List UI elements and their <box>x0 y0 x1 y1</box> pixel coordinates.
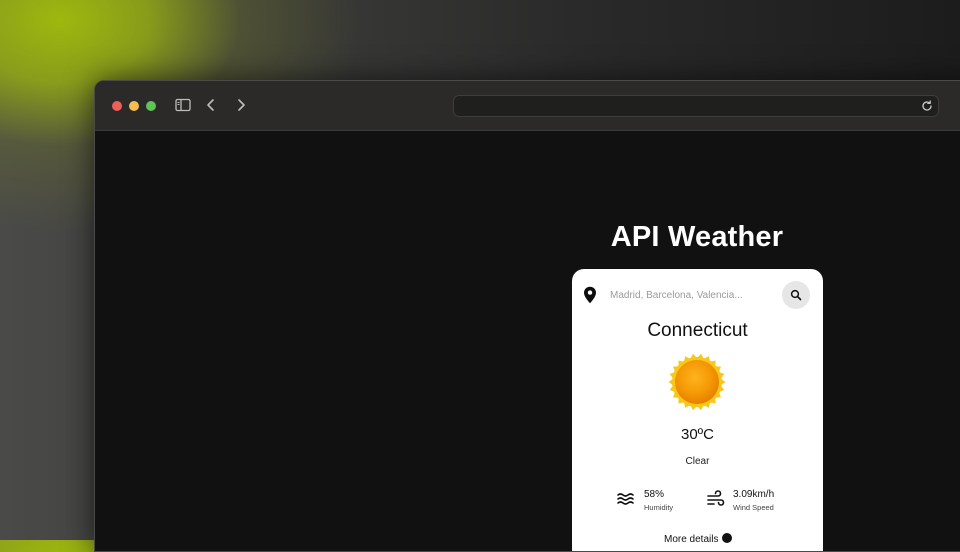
search-icon <box>790 289 802 301</box>
address-bar[interactable] <box>453 95 939 117</box>
minimize-window-button[interactable] <box>129 101 139 111</box>
humidity-label: Humidity <box>644 503 674 512</box>
city-search-input[interactable] <box>606 285 784 305</box>
wind-speed-label: Wind Speed <box>733 503 774 512</box>
humidity-waves-icon <box>617 493 634 505</box>
wind-speed-value: 3.09km/h <box>733 489 775 500</box>
sidebar-icon[interactable] <box>173 95 193 115</box>
close-window-button[interactable] <box>112 101 122 111</box>
more-details-dot-icon <box>722 533 733 543</box>
browser-window: API Weather Connecticut <box>94 80 960 552</box>
more-details-link[interactable]: More details <box>664 533 733 545</box>
sun-icon <box>668 353 726 411</box>
humidity-value: 58% <box>644 489 665 500</box>
reload-icon[interactable] <box>920 99 934 113</box>
page-title: API Weather <box>610 221 784 253</box>
location-pin-icon <box>584 286 596 304</box>
weather-description: Clear <box>685 456 710 467</box>
weather-card: Connecticut 30ºC Clear 58% Humidity <box>572 269 823 551</box>
temperature: 30ºC <box>681 426 714 443</box>
chevron-left-icon[interactable] <box>201 95 221 115</box>
wind-icon <box>707 490 725 506</box>
zoom-window-button[interactable] <box>146 101 156 111</box>
city-name: Connecticut <box>647 320 748 341</box>
browser-toolbar <box>95 81 960 131</box>
chevron-right-icon[interactable] <box>231 95 251 115</box>
search-button[interactable] <box>782 281 810 309</box>
